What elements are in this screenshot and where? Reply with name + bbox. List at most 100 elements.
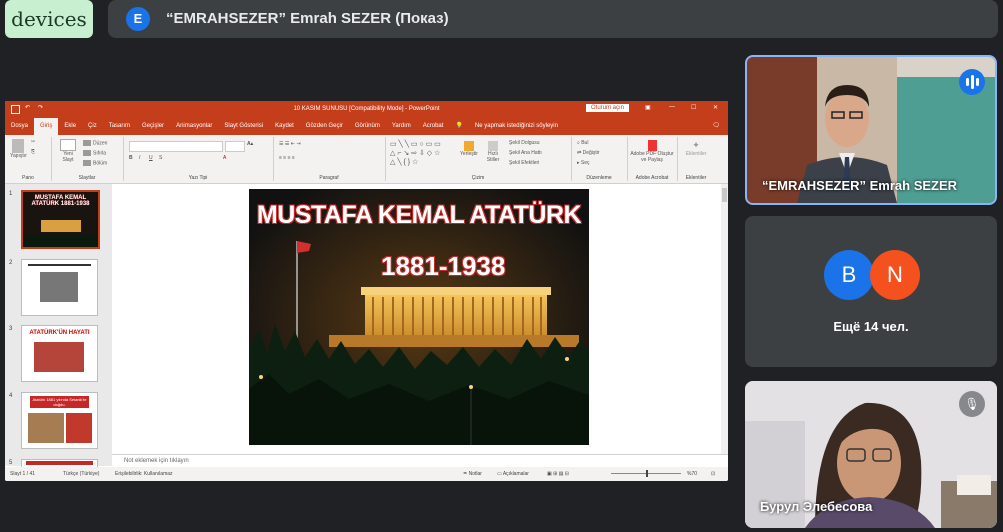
tab-yardim[interactable]: Yardım (386, 118, 417, 135)
underline-icon[interactable]: U (149, 155, 153, 161)
italic-icon[interactable]: I (139, 155, 140, 161)
avatar-b: B (824, 250, 874, 300)
group-label-slaytlar: Slaytlar (78, 175, 96, 181)
group-label-paragraf: Paragraf (319, 175, 339, 181)
addins-button[interactable]: ✦ Eklentiler (679, 140, 713, 157)
editor-scrollbar[interactable] (721, 184, 728, 454)
copy-icon[interactable]: ⎘ (31, 149, 35, 155)
slide-thumbnail-1[interactable]: MUSTAFA KEMAL ATATÜRK 1881-1938 (21, 190, 100, 249)
group-slaytlar: Yeni Slayt Düzen Sıfırla Bölüm Slaytlar (51, 137, 124, 181)
select-button[interactable]: ▸ Seç (577, 160, 590, 166)
tab-giris[interactable]: Giriş (34, 118, 59, 135)
slide-title: MUSTAFA KEMAL ATATÜRK (256, 201, 582, 229)
fit-slide-icon[interactable]: ⊡ (711, 467, 715, 481)
layout-button[interactable]: Düzen (83, 140, 107, 146)
group-yazi-tipi: A▴ B I U S A Yazı Tipi (123, 137, 274, 181)
notes-pane[interactable]: Not eklemek için tıklayın (112, 454, 728, 468)
bold-icon[interactable]: B (129, 155, 133, 161)
tab-ciz[interactable]: Çiz (82, 118, 103, 135)
language-indicator[interactable]: Türkçe (Türkiye) (63, 467, 99, 481)
tab-animasyonlar[interactable]: Animasyonlar (170, 118, 218, 135)
font-color-icon[interactable]: A (223, 155, 226, 161)
comments-toggle[interactable]: ▭ Açıklamalar (497, 467, 529, 481)
section-button[interactable]: Bölüm (83, 160, 107, 166)
tab-acrobat[interactable]: Acrobat (417, 118, 450, 135)
minimize-icon[interactable]: — (669, 104, 675, 110)
ppt-title-bar: ↶ ↷ 10 KASIM SUNUSU [Compatibility Mode]… (5, 101, 728, 118)
participant-tile-others[interactable]: B N Ещё 14 чел. (745, 216, 997, 367)
ribbon: Yapıştır ✂ ⎘ Pano Yeni Slayt Düzen Sıfır… (5, 135, 728, 184)
comments-icon[interactable]: 🗨 (712, 122, 720, 129)
tab-tasarim[interactable]: Tasarım (103, 118, 136, 135)
new-slide-button[interactable]: Yeni Slayt (57, 139, 79, 163)
tab-dosya[interactable]: Dosya (5, 118, 34, 135)
current-slide[interactable]: MUSTAFA KEMAL ATATÜRK 1881-1938 (249, 189, 589, 445)
participant-tile-presenter[interactable]: “EMRAHSEZER” Emrah SEZER (745, 55, 997, 205)
shapes-gallery[interactable]: ▭ ╲ ╲ ▭ ○ ▭ ▭ △ ⌐ ↘ ⇨ ⇩ ◇ ☆ △ ╲ { } ☆ (390, 140, 441, 167)
thumb-number: 5 (9, 460, 13, 466)
slide-thumbnail-2[interactable] (21, 259, 98, 316)
ribbon-display-icon[interactable]: ▣ (645, 104, 651, 111)
arrange-button[interactable]: Yerleştir (459, 141, 479, 157)
thumb-1-mausoleum (41, 220, 81, 232)
zoom-slider-handle[interactable] (646, 470, 648, 477)
tab-gozden-gecir[interactable]: Gözden Geçir (300, 118, 349, 135)
adobe-pdf-button[interactable]: Adobe PDF Oluştur ve Paylaş (629, 140, 675, 163)
align-icons[interactable]: ≡ ≡ ≡ ≡ (279, 155, 295, 161)
tab-ekle[interactable]: Ekle (58, 118, 82, 135)
lightbulb-icon: 💡 (455, 123, 463, 129)
thumb-number: 4 (9, 393, 13, 399)
group-label-duzenleme: Düzenleme (586, 175, 612, 181)
quick-styles-button[interactable]: Hızlı Stiller (483, 141, 503, 163)
notes-placeholder: Not eklemek için tıklayın (124, 458, 189, 464)
notes-toggle[interactable]: ≐ Notlar (463, 467, 482, 481)
participant-tile-burul[interactable]: 🎙 Бурул Элебесова (745, 381, 997, 528)
thumb-2-photo (40, 272, 78, 302)
slide-thumbnail-3[interactable]: ATATÜRK'ÜN HAYATI (21, 325, 98, 382)
slide-counter: Slayt 1 / 41 (10, 471, 36, 477)
slide-thumbnail-4[interactable]: Atatürk 1881 yılında Selanik'te doğdu. (21, 392, 98, 449)
mic-off-icon: 🎙 (959, 391, 985, 417)
thumb-number: 3 (9, 326, 13, 332)
cut-icon[interactable]: ✂ (31, 139, 35, 145)
tab-gorunum[interactable]: Görünüm (349, 118, 386, 135)
close-icon[interactable]: ✕ (713, 104, 718, 111)
tab-kaydet[interactable]: Kaydet (269, 118, 300, 135)
thumb-3-text: ATATÜRK'ÜN HAYATI (29, 330, 90, 336)
zoom-level[interactable]: %70 (687, 467, 697, 481)
grow-font-icon[interactable]: A▴ (247, 141, 253, 147)
shadow-icon[interactable]: S (159, 155, 162, 161)
font-size-box[interactable] (225, 141, 245, 152)
shape-outline-button[interactable]: Şekil Ana Hattı (509, 150, 542, 156)
maximize-icon[interactable]: ☐ (691, 104, 696, 111)
tab-gecisler[interactable]: Geçişler (136, 118, 170, 135)
shape-effects-button[interactable]: Şekil Efektleri (509, 160, 539, 166)
thumb-5-banner (26, 461, 93, 465)
avatar-n: N (870, 250, 920, 300)
find-button[interactable]: ⌕ Bul (577, 140, 588, 146)
group-label-eklentiler: Eklentiler (685, 175, 707, 181)
group-pano: Yapıştır ✂ ⎘ Pano (5, 137, 52, 181)
accessibility-indicator[interactable]: Erişilebilirlik: Kullanılamaz (115, 467, 173, 481)
slide-editor[interactable]: MUSTAFA KEMAL ATATÜRK 1881-1938 (112, 184, 721, 454)
bullets-icon[interactable]: ☰ ☰ ⇤ ⇥ (279, 141, 301, 147)
group-label-adobe: Adobe Acrobat (635, 175, 669, 181)
replace-button[interactable]: ⇄ Değiştir (577, 150, 600, 156)
normal-view-icon[interactable]: ▣ ⊞ ▤ ⊟ (547, 467, 569, 481)
font-name-box[interactable] (129, 141, 223, 152)
tab-slayt-gosterisi[interactable]: Slayt Gösterisi (218, 118, 269, 135)
speaking-indicator-icon (959, 69, 985, 95)
paste-button[interactable]: Yapıştır (10, 139, 27, 159)
group-eklentiler: ✦ Eklentiler Eklentiler (677, 137, 715, 181)
reset-button[interactable]: Sıfırla (83, 150, 106, 156)
shared-screen-powerpoint: ↶ ↷ 10 KASIM SUNUSU [Compatibility Mode]… (5, 101, 728, 481)
thumb-3-photo (34, 342, 84, 372)
group-duzenleme: ⌕ Bul ⇄ Değiştir ▸ Seç Düzenleme (571, 137, 628, 181)
tell-me-search[interactable]: Ne yapmak istediğinizi söyleyin (469, 118, 564, 135)
signin-button[interactable]: Oturum açın (586, 104, 630, 112)
scroll-thumb[interactable] (722, 188, 727, 202)
group-paragraf: ☰ ☰ ⇤ ⇥ ≡ ≡ ≡ ≡ Paragraf (273, 137, 386, 181)
thumb-4-photo (28, 413, 64, 443)
shape-fill-button[interactable]: Şekil Dolgusu (509, 140, 540, 146)
ribbon-tabs: Dosya Giriş Ekle Çiz Tasarım Geçişler Animasyo… (5, 118, 728, 135)
